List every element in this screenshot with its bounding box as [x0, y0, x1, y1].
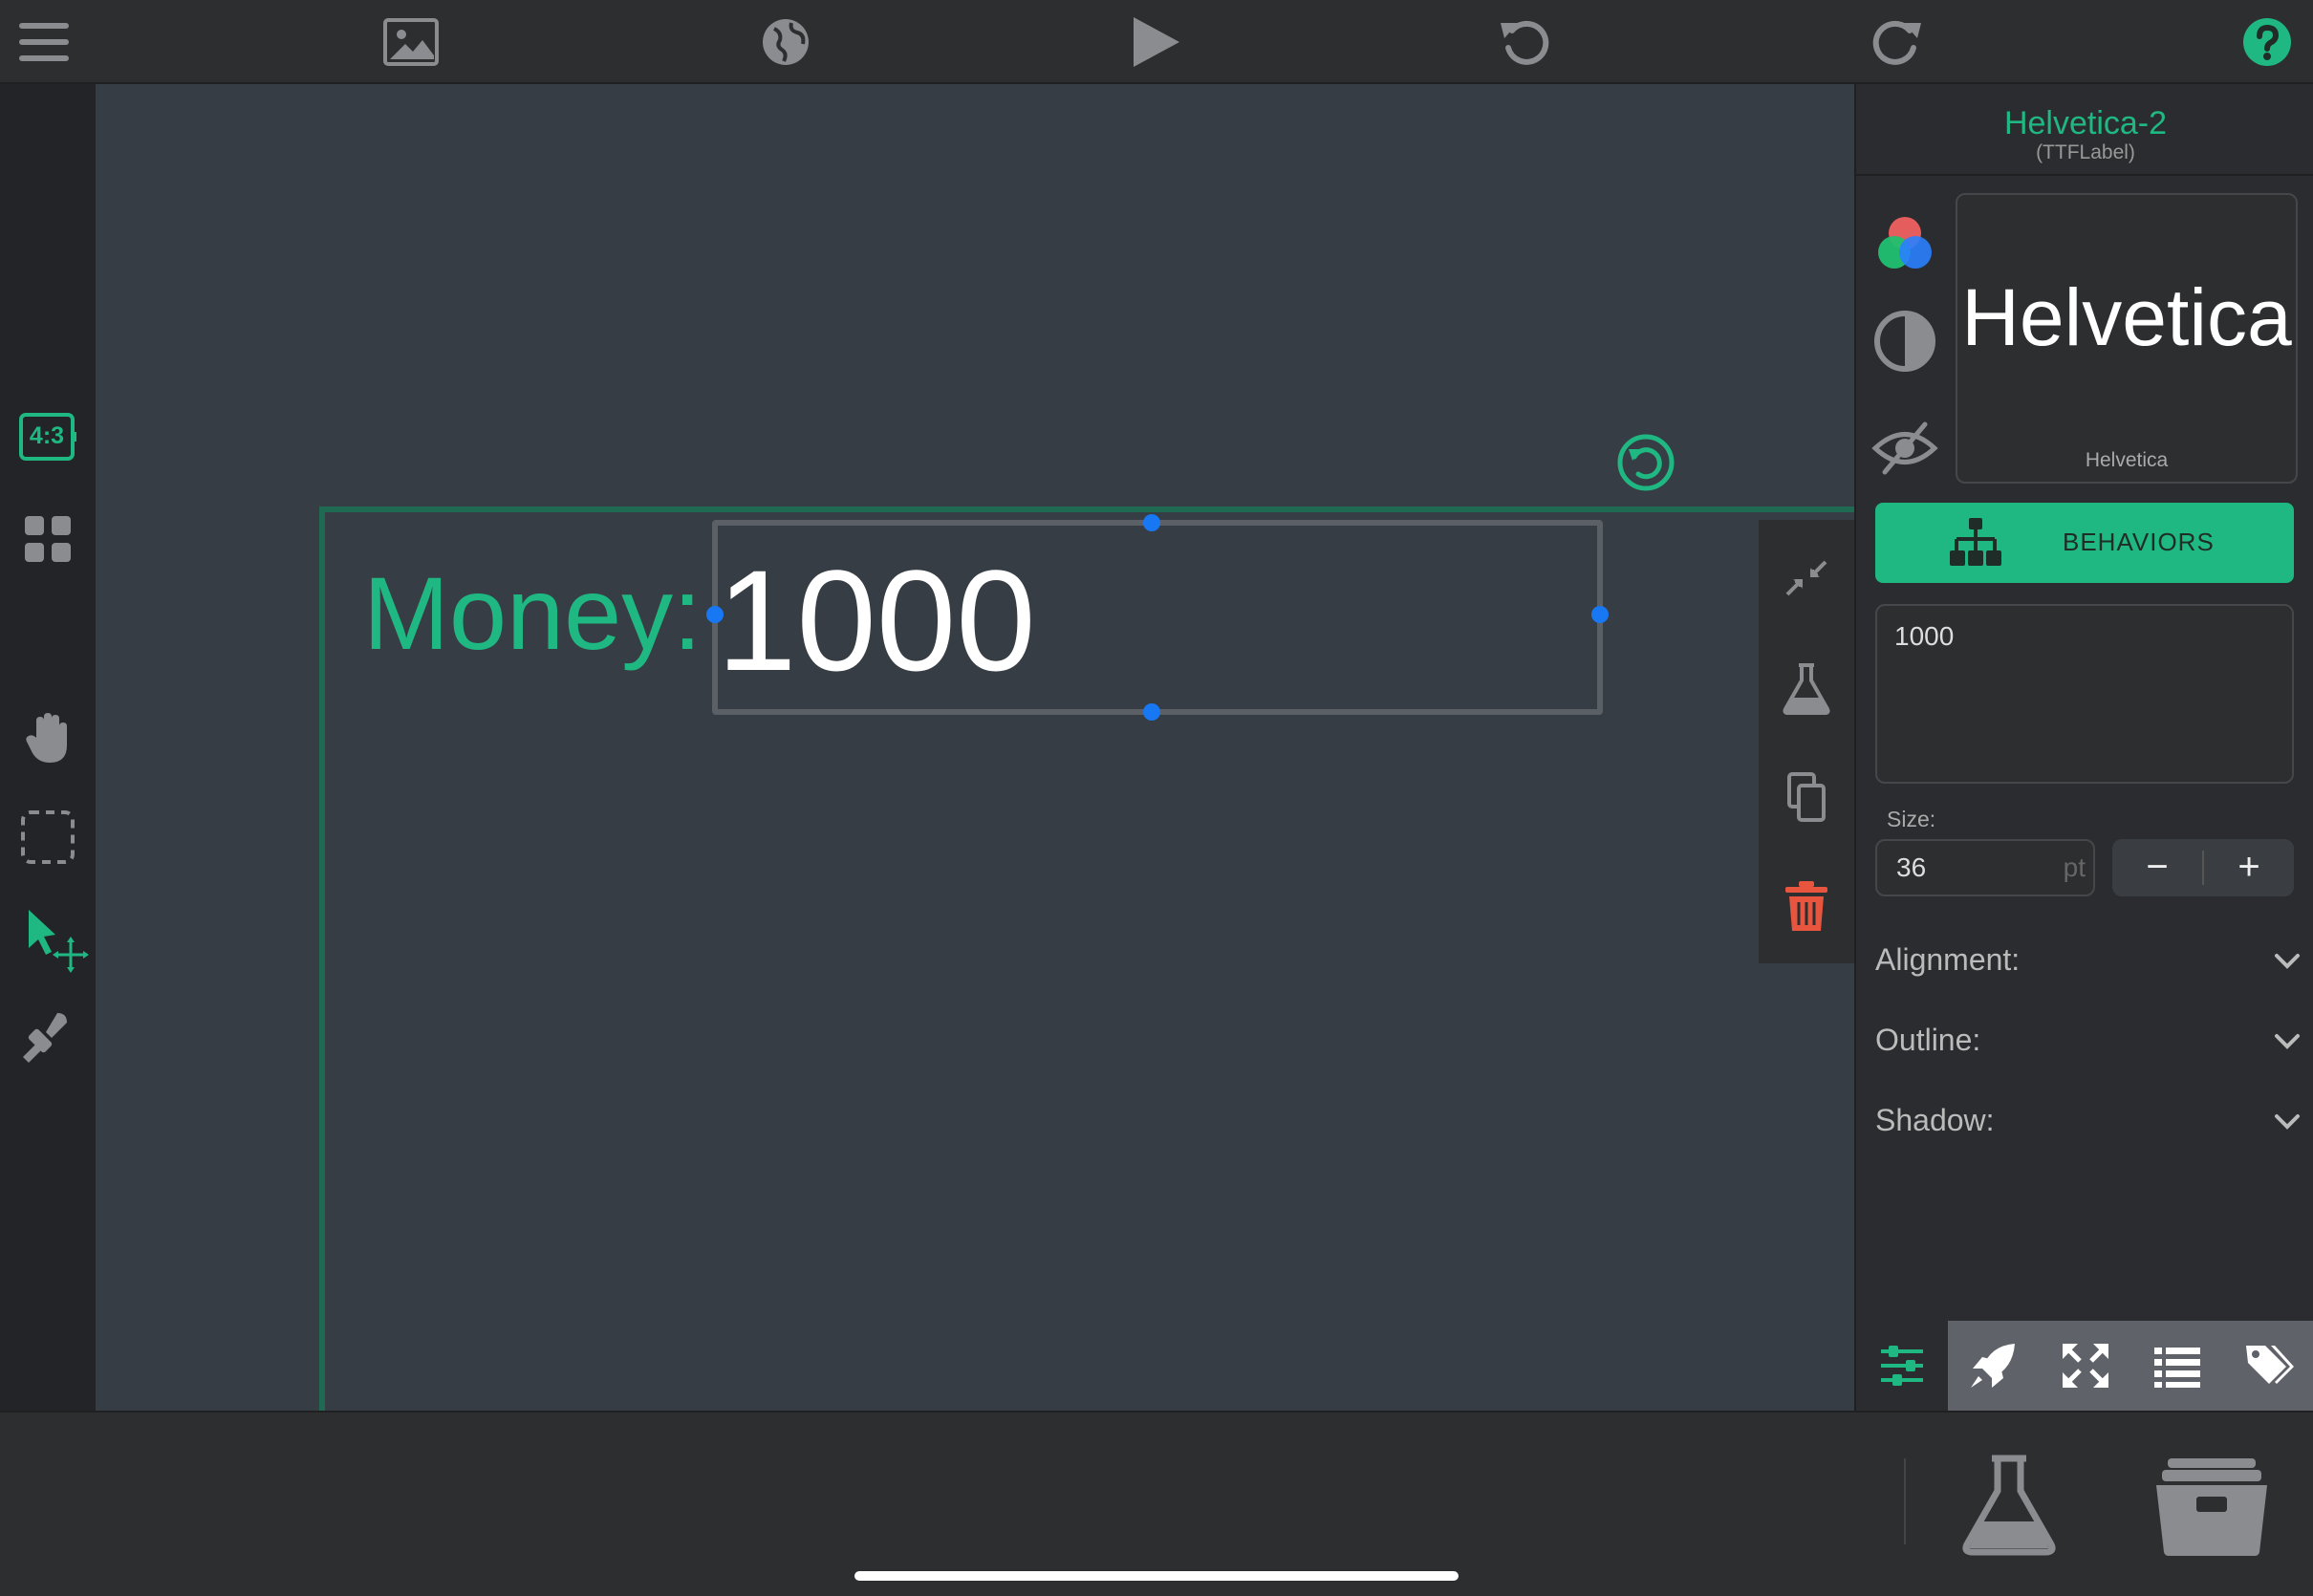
font-preview-name: Helvetica: [2085, 449, 2169, 471]
marquee-select-icon[interactable]: [19, 809, 76, 866]
list-icon[interactable]: [2152, 1342, 2202, 1390]
resize-handle-right[interactable]: [1591, 606, 1609, 623]
increase-size-button[interactable]: +: [2204, 839, 2294, 896]
tab-properties[interactable]: [1856, 1321, 1948, 1411]
menu-icon[interactable]: [15, 17, 73, 67]
opacity-icon[interactable]: [1871, 308, 1938, 375]
font-size-unit: pt: [2063, 852, 2086, 882]
flask-icon[interactable]: [1782, 661, 1831, 715]
resize-handle-top[interactable]: [1143, 514, 1160, 531]
chevron-down-icon: [2273, 1026, 2302, 1055]
label-text-input[interactable]: [1875, 604, 2294, 784]
sliders-icon: [1877, 1342, 1927, 1390]
move-arrow-icon[interactable]: [23, 906, 90, 973]
play-icon[interactable]: [1128, 17, 1185, 67]
outline-section[interactable]: Outline:: [1875, 1013, 2302, 1067]
left-toolbar: 4:3: [0, 84, 96, 1411]
behaviors-button[interactable]: BEHAVIORS: [1875, 503, 2294, 583]
size-caption: Size:: [1887, 807, 1936, 831]
chevron-down-icon: [2273, 1107, 2302, 1135]
font-size-value: 36: [1896, 852, 1927, 882]
shadow-section[interactable]: Shadow:: [1875, 1093, 2302, 1147]
other-tabs: [1948, 1321, 2313, 1411]
shadow-label: Shadow:: [1875, 1103, 1995, 1137]
archive-box-icon[interactable]: [2154, 1456, 2269, 1556]
redo-icon[interactable]: [1868, 17, 1925, 67]
top-toolbar: [0, 0, 2313, 84]
bottom-bar: [0, 1411, 2313, 1596]
resize-handle-bottom[interactable]: [1143, 703, 1160, 721]
rotate-icon[interactable]: [1615, 432, 1676, 493]
bottom-divider: [1904, 1458, 1906, 1544]
tags-icon[interactable]: [2244, 1342, 2294, 1390]
flask-icon[interactable]: [1961, 1455, 2057, 1556]
color-icon[interactable]: [1871, 210, 1938, 277]
object-name[interactable]: Helvetica-2: [1856, 105, 2313, 142]
rocket-icon[interactable]: [1969, 1342, 2019, 1390]
undo-icon[interactable]: [1497, 17, 1554, 67]
inspector-panel: Helvetica-2 (TTFLabel) Helvetica Helveti…: [1854, 84, 2313, 1411]
grid-icon[interactable]: [19, 514, 76, 564]
font-size-stepper: − +: [2112, 839, 2294, 896]
stamp-icon[interactable]: [19, 1009, 76, 1067]
hand-icon[interactable]: [19, 709, 76, 766]
font-preview-button[interactable]: Helvetica Helvetica: [1956, 193, 2298, 484]
expand-icon[interactable]: [2061, 1342, 2110, 1390]
decrease-size-button[interactable]: −: [2112, 839, 2202, 896]
aspect-ratio-label: 4:3: [29, 422, 65, 449]
trash-icon[interactable]: [1782, 879, 1831, 933]
aspect-ratio-button[interactable]: 4:3: [19, 413, 76, 461]
font-size-input[interactable]: 36 pt: [1875, 839, 2095, 896]
object-action-bar: [1759, 520, 1854, 963]
inspector-header: Helvetica-2 (TTFLabel): [1856, 84, 2313, 176]
inspector-tab-bar: [1856, 1321, 2313, 1411]
alignment-section[interactable]: Alignment:: [1875, 933, 2302, 986]
chevron-down-icon: [2273, 946, 2302, 975]
object-type: (TTFLabel): [2036, 141, 2135, 163]
duplicate-icon[interactable]: [1782, 770, 1831, 824]
resize-handle-left[interactable]: [706, 606, 724, 623]
alignment-label: Alignment:: [1875, 942, 2021, 977]
hierarchy-icon: [1948, 516, 2003, 570]
globe-icon[interactable]: [757, 17, 814, 67]
font-preview-sample: Helvetica: [1961, 272, 2292, 362]
help-icon[interactable]: [2240, 17, 2294, 67]
shrink-icon[interactable]: [1782, 556, 1831, 600]
visibility-off-icon[interactable]: [1871, 415, 1938, 482]
money-text-label[interactable]: Money:: [363, 562, 702, 665]
behaviors-label: BEHAVIORS: [2063, 528, 2215, 556]
outline-label: Outline:: [1875, 1023, 1981, 1057]
home-indicator[interactable]: [854, 1571, 1459, 1581]
image-icon[interactable]: [382, 17, 440, 67]
selection-box[interactable]: [706, 514, 1609, 721]
scene-canvas[interactable]: Money: 1000: [96, 84, 1854, 1411]
